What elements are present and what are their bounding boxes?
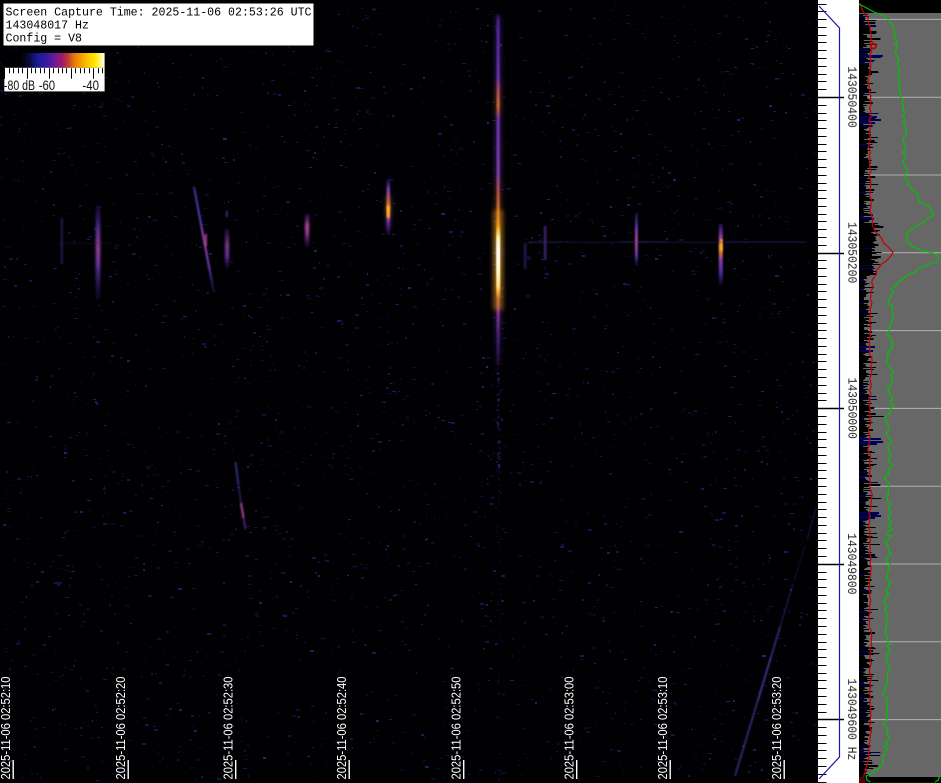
svg-text:Config = V8: Config = V8 — [6, 32, 83, 46]
svg-text:2025-11-06 02:53:10: 2025-11-06 02:53:10 — [655, 677, 670, 780]
svg-text:-60: -60 — [39, 78, 55, 93]
svg-text:Screen Capture Time: 2025-11-0: Screen Capture Time: 2025-11-06 02:53:26… — [6, 6, 312, 20]
svg-text:143050200: 143050200 — [844, 222, 858, 283]
svg-text:143050400: 143050400 — [844, 66, 858, 127]
svg-text:2025-11-06 02:53:20: 2025-11-06 02:53:20 — [769, 677, 784, 780]
svg-text:2025-11-06 02:52:40: 2025-11-06 02:52:40 — [334, 677, 349, 780]
svg-text:-80 dB: -80 dB — [4, 78, 35, 93]
svg-text:2025-11-06 02:52:30: 2025-11-06 02:52:30 — [221, 677, 236, 780]
svg-text:143049800: 143049800 — [844, 533, 858, 594]
svg-text:143050000: 143050000 — [844, 378, 858, 439]
svg-text:2025-11-06 02:53:00: 2025-11-06 02:53:00 — [562, 677, 577, 780]
svg-text:2025-11-06 02:52:10: 2025-11-06 02:52:10 — [0, 677, 13, 780]
svg-text:2025-11-06 02:52:20: 2025-11-06 02:52:20 — [113, 677, 128, 780]
svg-text:-40: -40 — [82, 78, 99, 93]
svg-text:143048017 Hz: 143048017 Hz — [6, 19, 89, 33]
svg-text:2025-11-06 02:52:50: 2025-11-06 02:52:50 — [449, 677, 464, 780]
svg-text:143049600 Hz: 143049600 Hz — [844, 679, 858, 761]
